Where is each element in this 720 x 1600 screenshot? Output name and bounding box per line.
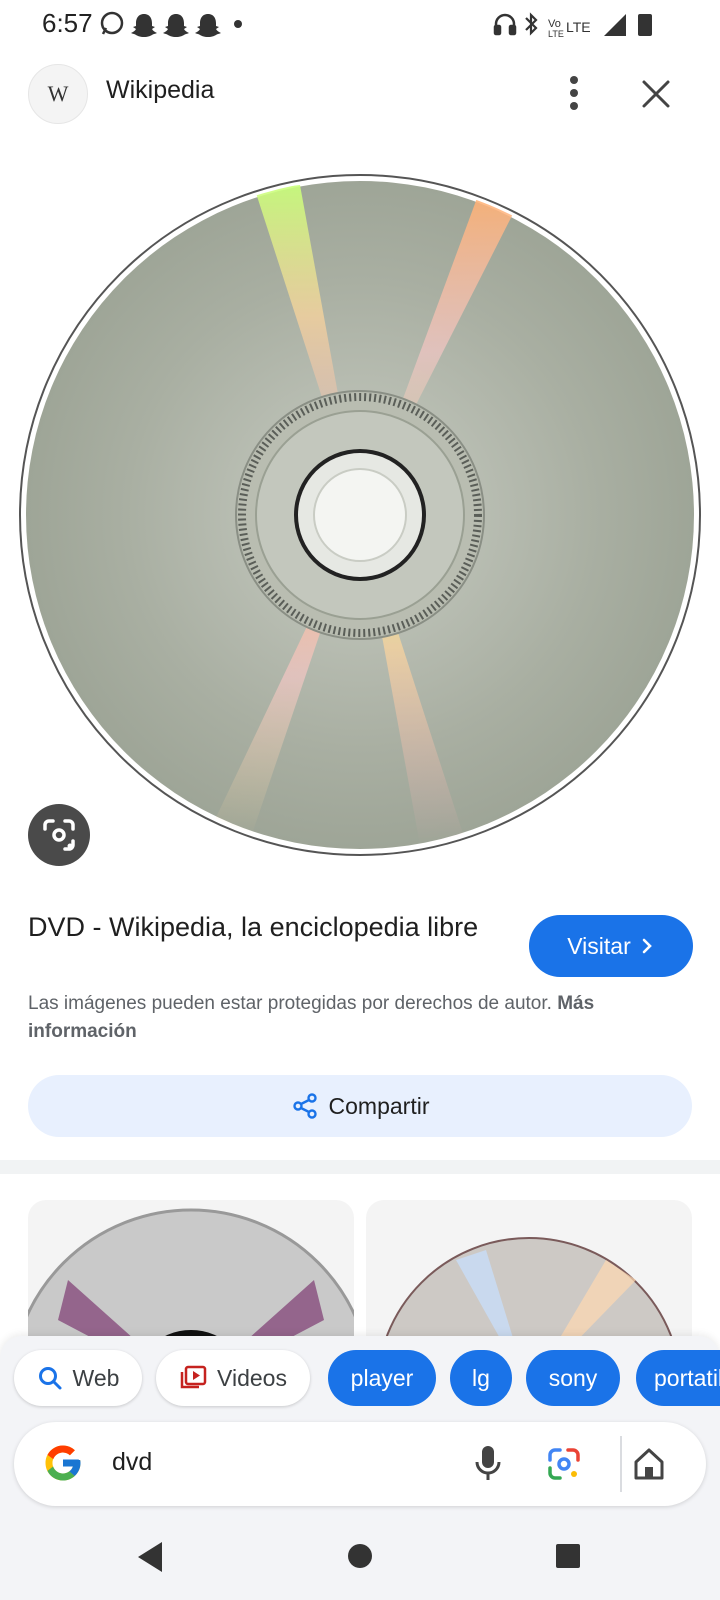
dot-icon [234, 20, 242, 28]
visit-label: Visitar [567, 932, 631, 959]
site-name[interactable]: Wikipedia [106, 76, 214, 105]
whatsapp-icon [100, 11, 124, 35]
video-icon [180, 1365, 207, 1389]
visit-button[interactable]: Visitar [529, 915, 693, 977]
share-button[interactable]: Compartir [28, 1075, 692, 1137]
copyright-notice: Las imágenes pueden estar protegidas por… [28, 990, 668, 1046]
section-divider [0, 1160, 720, 1174]
searchbar-divider [620, 1436, 622, 1492]
microphone-icon [475, 1446, 501, 1480]
search-query[interactable]: dvd [112, 1448, 152, 1477]
chip-portatil-label: portatil [654, 1364, 720, 1391]
more-vert-icon [570, 76, 578, 110]
wikipedia-logo-letter: W [47, 81, 69, 106]
network-label: LTE [566, 19, 591, 35]
home-icon [634, 1448, 664, 1480]
google-lens-icon [548, 1448, 580, 1480]
clock: 6:57 [42, 8, 93, 38]
system-icons: Vo LTE LTE [492, 10, 672, 45]
share-icon [292, 1093, 317, 1119]
status-bar: 6:57 Vo LTE LTE [0, 0, 720, 50]
chip-web-label: Web [72, 1364, 120, 1391]
snapchat-icon [131, 14, 221, 37]
search-icon [38, 1367, 62, 1390]
notification-icons [100, 10, 260, 45]
filter-chips: Web Videos player lg sony portatil [0, 1350, 720, 1408]
copyright-text: Las imágenes pueden estar protegidas por… [28, 993, 552, 1014]
battery-icon [638, 14, 652, 36]
share-label: Compartir [328, 1092, 430, 1119]
preview-image[interactable] [0, 170, 720, 860]
dvd-disc-image [19, 174, 701, 856]
back-icon [138, 1542, 162, 1572]
system-navigation-bar [0, 1514, 720, 1600]
google-logo-icon [45, 1445, 81, 1481]
result-title[interactable]: DVD - Wikipedia, la enciclopedia libre [28, 910, 498, 945]
close-button[interactable] [636, 74, 676, 114]
chip-player-label: player [350, 1364, 414, 1391]
close-icon [642, 80, 670, 108]
chip-web[interactable]: Web [14, 1350, 142, 1406]
chip-lg[interactable]: lg [450, 1350, 512, 1406]
lens-icon [43, 819, 75, 851]
chip-sony-label: sony [548, 1364, 598, 1391]
bottom-search-panel: Web Videos player lg sony portatil dvd [0, 1336, 720, 1600]
chevron-right-icon [642, 938, 652, 954]
chip-lg-label: lg [472, 1364, 490, 1391]
chip-videos-label: Videos [217, 1364, 287, 1391]
more-options-button[interactable] [556, 70, 592, 116]
signal-icon [604, 14, 626, 36]
headphones-icon [493, 13, 517, 36]
recents-icon [556, 1544, 580, 1568]
header-bar: W Wikipedia [0, 56, 720, 132]
google-lens-button[interactable] [28, 804, 90, 866]
chip-videos[interactable]: Videos [156, 1350, 310, 1406]
home-nav-icon [348, 1544, 372, 1568]
chip-player[interactable]: player [328, 1350, 436, 1406]
svg-text:LTE: LTE [548, 29, 564, 39]
bluetooth-icon [525, 12, 538, 36]
search-bar[interactable]: dvd [14, 1422, 706, 1506]
chip-sony[interactable]: sony [526, 1350, 620, 1406]
chip-portatil[interactable]: portatil [636, 1350, 720, 1406]
wikipedia-logo[interactable]: W [28, 64, 88, 124]
